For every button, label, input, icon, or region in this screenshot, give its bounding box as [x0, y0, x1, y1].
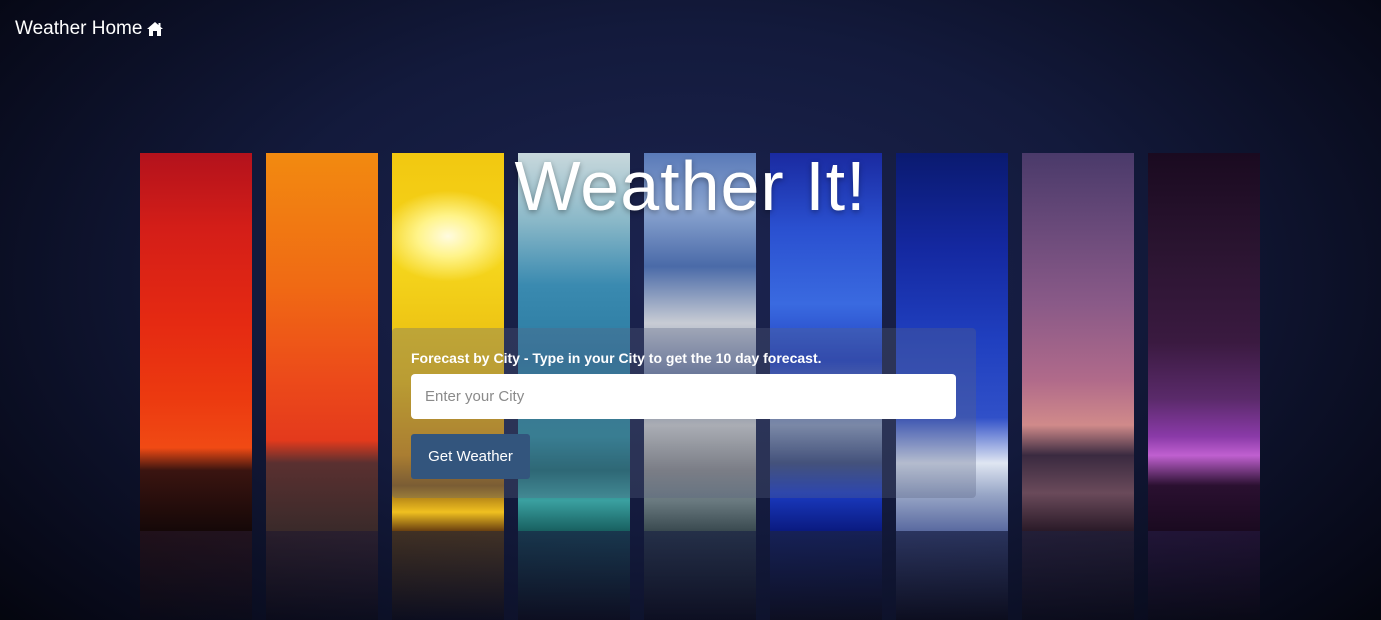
city-search-input[interactable]: [411, 374, 956, 419]
forecast-instructions-label: Forecast by City - Type in your City to …: [411, 350, 822, 366]
home-link[interactable]: Weather Home: [15, 18, 164, 40]
home-icon: [147, 22, 164, 36]
get-weather-button[interactable]: Get Weather: [411, 434, 530, 479]
home-link-label: Weather Home: [15, 18, 143, 39]
forecast-search-panel: Forecast by City - Type in your City to …: [392, 328, 976, 498]
page-title: Weather It!: [514, 147, 867, 225]
